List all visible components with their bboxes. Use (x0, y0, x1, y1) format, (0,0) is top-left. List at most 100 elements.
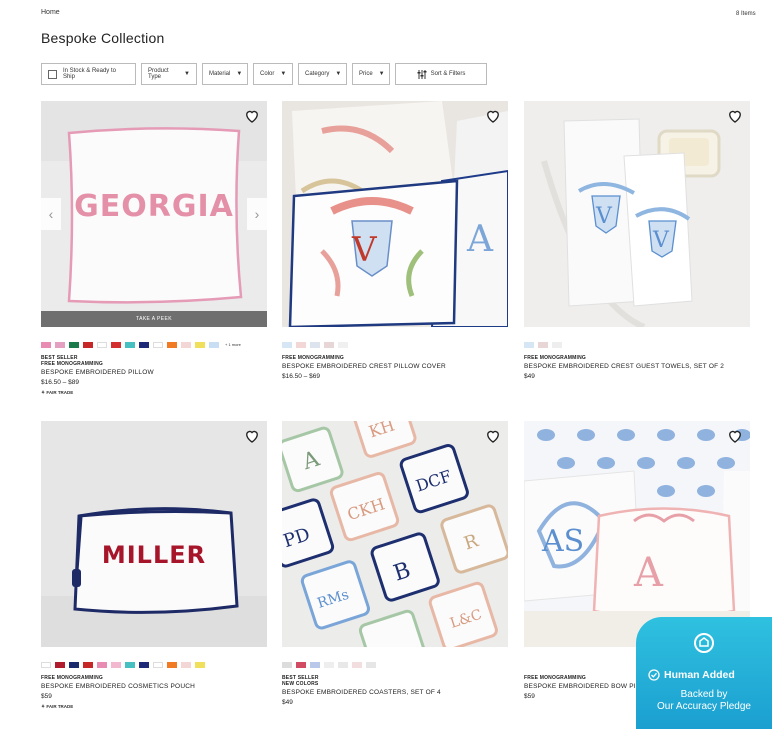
material-filter[interactable]: Material ▼ (202, 63, 248, 85)
color-swatch[interactable] (55, 341, 65, 348)
price-filter[interactable]: Price ▼ (352, 63, 390, 85)
swatch-list (41, 661, 267, 668)
color-swatch[interactable] (55, 661, 65, 668)
color-swatch[interactable] (282, 341, 292, 348)
product-card[interactable]: MILLER FREE MONOGRAMMING BESPOKE EMBROID… (41, 421, 267, 710)
caret-down-icon: ▼ (236, 71, 243, 77)
color-swatch[interactable] (125, 661, 135, 668)
color-swatch[interactable] (167, 341, 177, 348)
color-swatch[interactable] (195, 341, 205, 348)
caret-down-icon: ▼ (335, 71, 342, 77)
sort-filters-button[interactable]: Sort & Filters (395, 63, 487, 85)
product-type-filter[interactable]: Product Type ▼ (141, 63, 197, 85)
product-name[interactable]: BESPOKE EMBROIDERED COSMETICS POUCH (41, 683, 267, 691)
color-swatch[interactable] (41, 341, 51, 348)
color-swatch[interactable] (310, 661, 320, 668)
color-swatch[interactable] (282, 661, 292, 668)
product-image[interactable]: A KH PD CKH DCF RMs B R L&C (282, 421, 508, 647)
heart-icon[interactable] (243, 427, 261, 445)
color-swatch[interactable] (111, 341, 121, 348)
color-swatch[interactable] (139, 341, 149, 348)
heart-icon[interactable] (726, 427, 744, 445)
category-filter[interactable]: Category ▼ (298, 63, 347, 85)
caret-down-icon: ▼ (378, 71, 385, 77)
badge: FREE MONOGRAMMING (524, 355, 587, 361)
color-swatch[interactable] (69, 661, 79, 668)
color-swatch[interactable] (366, 661, 376, 668)
color-swatch[interactable] (125, 341, 135, 348)
swatch-list (524, 341, 750, 348)
product-name[interactable]: BESPOKE EMBROIDERED CREST PILLOW COVER (282, 363, 508, 371)
svg-text:V: V (652, 228, 670, 253)
more-swatches-link[interactable]: + 1 more (225, 342, 241, 347)
color-filter[interactable]: Color ▼ (253, 63, 293, 85)
heart-icon[interactable] (243, 107, 261, 125)
breadcrumb[interactable]: Home (41, 9, 60, 16)
color-swatch[interactable] (69, 341, 79, 348)
color-swatch[interactable] (181, 661, 191, 668)
product-image[interactable]: A V (282, 101, 508, 327)
fair-trade-label: ⚘ FAIR TRADE (41, 704, 74, 709)
color-swatch[interactable] (310, 341, 320, 348)
accuracy-pledge-badge[interactable]: Human Added Backed by Our Accuracy Pledg… (636, 617, 772, 729)
color-swatch[interactable] (338, 341, 348, 348)
color-swatch[interactable] (153, 341, 163, 348)
color-swatch[interactable] (83, 341, 93, 348)
pledge-title: Human Added (648, 669, 735, 681)
color-swatch[interactable] (296, 341, 306, 348)
color-swatch[interactable] (139, 661, 149, 668)
swatch-list: + 1 more (41, 341, 267, 348)
product-image[interactable]: AS A (524, 421, 750, 647)
sliders-icon (417, 69, 427, 79)
product-name[interactable]: BESPOKE EMBROIDERED COASTERS, SET OF 4 (282, 689, 508, 697)
product-image[interactable]: GEORGIA ‹ › TAKE A PEEK (41, 101, 267, 327)
product-card[interactable]: A V FREE MONOGRAMMING BESPOKE EMBROIDERE… (282, 101, 508, 380)
heart-icon[interactable] (484, 107, 502, 125)
product-name[interactable]: BESPOKE EMBROIDERED CREST GUEST TOWELS, … (524, 363, 750, 371)
take-a-peek-button[interactable]: TAKE A PEEK (41, 311, 267, 327)
chevron-left-icon: ‹ (48, 206, 54, 222)
color-swatch[interactable] (153, 661, 163, 668)
color-swatch[interactable] (352, 661, 362, 668)
product-name[interactable]: BESPOKE EMBROIDERED PILLOW (41, 369, 267, 377)
item-count: 8 Items (736, 11, 756, 17)
filter-bar: In Stock & Ready to Ship Product Type ▼ M… (41, 63, 487, 85)
page-title: Bespoke Collection (41, 30, 165, 46)
product-image[interactable]: MILLER (41, 421, 267, 647)
prev-image-button[interactable]: ‹ (41, 198, 61, 230)
heart-icon[interactable] (484, 427, 502, 445)
color-swatch[interactable] (209, 341, 219, 348)
product-card[interactable]: A KH PD CKH DCF RMs B R L&C BEST SELLER … (282, 421, 508, 706)
color-swatch[interactable] (296, 661, 306, 668)
checkbox-icon[interactable] (48, 69, 57, 79)
color-swatch[interactable] (111, 661, 121, 668)
color-swatch[interactable] (552, 341, 562, 348)
fair-trade-icon: ⚘ (41, 704, 46, 709)
pledge-line: Our Accuracy Pledge (657, 701, 751, 712)
color-swatch[interactable] (97, 661, 107, 668)
color-swatch[interactable] (181, 341, 191, 348)
color-swatch[interactable] (83, 661, 93, 668)
product-card[interactable]: GEORGIA ‹ › TAKE A PEEK + 1 more BEST SE… (41, 101, 267, 396)
color-swatch[interactable] (97, 341, 107, 348)
color-swatch[interactable] (167, 661, 177, 668)
next-image-button[interactable]: › (247, 198, 267, 230)
heart-icon[interactable] (726, 107, 744, 125)
shield-check-icon (694, 633, 714, 653)
product-card[interactable]: V V FREE MONOGRAMMING BESPOKE EMBROIDERE… (524, 101, 750, 380)
monogram-text: MILLER (101, 541, 207, 569)
color-swatch[interactable] (324, 661, 334, 668)
color-swatch[interactable] (338, 661, 348, 668)
monogram-text: GEORGIA (74, 189, 234, 224)
color-swatch[interactable] (324, 341, 334, 348)
color-swatch[interactable] (538, 341, 548, 348)
in-stock-filter[interactable]: In Stock & Ready to Ship (41, 63, 136, 85)
color-swatch[interactable] (524, 341, 534, 348)
svg-text:V: V (351, 230, 378, 270)
svg-text:AS: AS (541, 524, 584, 559)
product-image[interactable]: V V (524, 101, 750, 327)
product-price: $59 (41, 693, 52, 700)
caret-down-icon: ▼ (184, 71, 190, 77)
color-swatch[interactable] (195, 661, 205, 668)
color-swatch[interactable] (41, 661, 51, 668)
